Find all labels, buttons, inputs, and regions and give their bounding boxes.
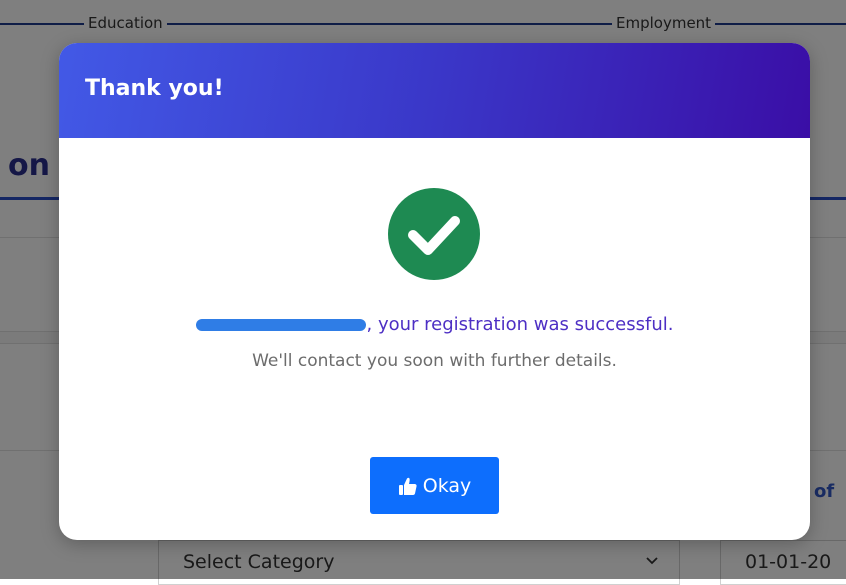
- success-message: , your registration was successful.: [59, 313, 810, 337]
- okay-button[interactable]: Okay: [370, 457, 499, 514]
- okay-button-label: Okay: [422, 474, 472, 497]
- success-message-text: , your registration was successful.: [366, 314, 674, 335]
- modal-header: Thank you!: [59, 43, 810, 138]
- redacted-name: [195, 319, 366, 331]
- thank-you-modal: Thank you! , your registration was succe…: [59, 43, 810, 540]
- thumbs-up-icon: [398, 476, 418, 496]
- modal-title: Thank you!: [85, 76, 224, 101]
- check-circle-icon: [388, 188, 480, 280]
- follow-up-message: We'll contact you soon with further deta…: [252, 351, 617, 371]
